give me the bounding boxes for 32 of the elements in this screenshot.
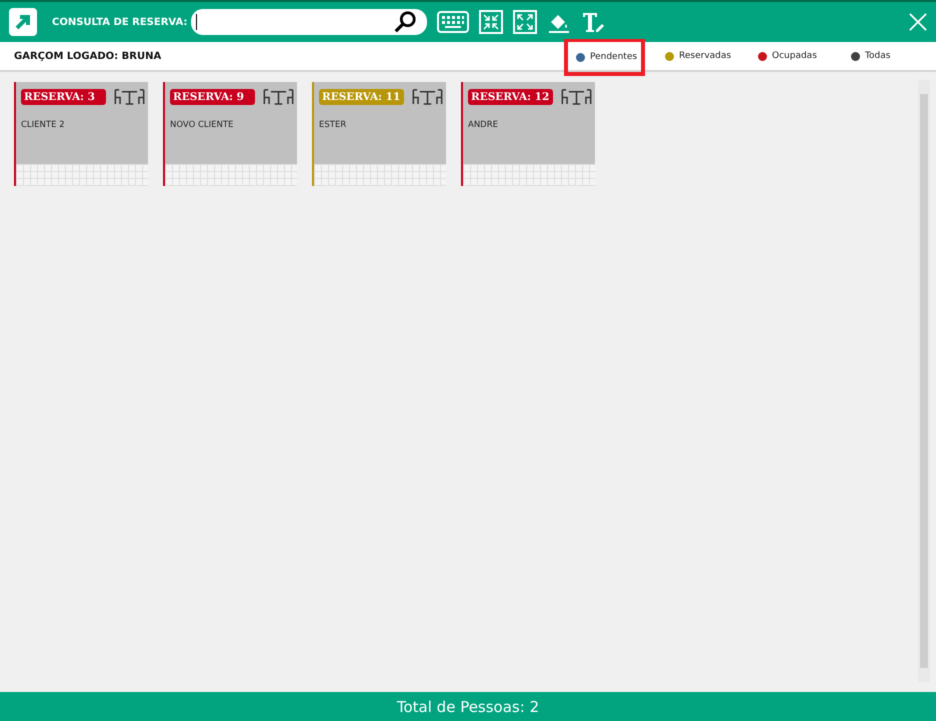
table-icon: [263, 88, 294, 105]
scrollbar[interactable]: [918, 80, 930, 682]
table-icon: [561, 88, 592, 105]
client-name: ESTER: [319, 120, 348, 132]
collapse-icon[interactable]: [479, 10, 504, 34]
close-icon[interactable]: [909, 13, 927, 31]
total-label: Total de Pessoas: 2: [396, 698, 540, 716]
reservation-card[interactable]: RESERVA: 3 CLIENTE 2: [14, 82, 148, 186]
table-icon: [114, 88, 145, 105]
text-format-icon[interactable]: [581, 10, 606, 34]
reservation-card[interactable]: RESERVA: 12 ANDRE: [461, 82, 595, 186]
reservation-badge: RESERVA: 11: [319, 88, 404, 104]
filter-option[interactable]: Ocupadas: [750, 42, 843, 70]
filter-option[interactable]: Todas: [843, 42, 936, 70]
client-name: NOVO CLIENTE: [170, 120, 234, 132]
reservation-card[interactable]: RESERVA: 9 NOVO CLIENTE: [163, 82, 297, 186]
search-label: CONSULTA DE RESERVA:: [52, 16, 188, 28]
reservation-badge: RESERVA: 12: [468, 88, 553, 104]
filter-option[interactable]: Reservadas: [657, 42, 750, 70]
search-field[interactable]: [191, 9, 428, 35]
expand-icon[interactable]: [513, 10, 538, 34]
client-name: CLIENTE 2: [21, 120, 66, 132]
logo-icon: [9, 8, 37, 36]
table-icon: [412, 88, 443, 105]
reservation-badge: RESERVA: 3: [21, 88, 106, 104]
search-icon[interactable]: [393, 10, 418, 34]
client-name: ANDRE: [468, 120, 499, 132]
reservation-card[interactable]: RESERVA: 11 ESTER: [312, 82, 446, 186]
filter-option[interactable]: Pendentes: [564, 39, 645, 76]
waiter-label: GARÇOM LOGADO: BRUNA: [14, 50, 162, 62]
keyboard-icon[interactable]: [437, 10, 470, 34]
reservation-badge: RESERVA: 9: [170, 88, 255, 104]
